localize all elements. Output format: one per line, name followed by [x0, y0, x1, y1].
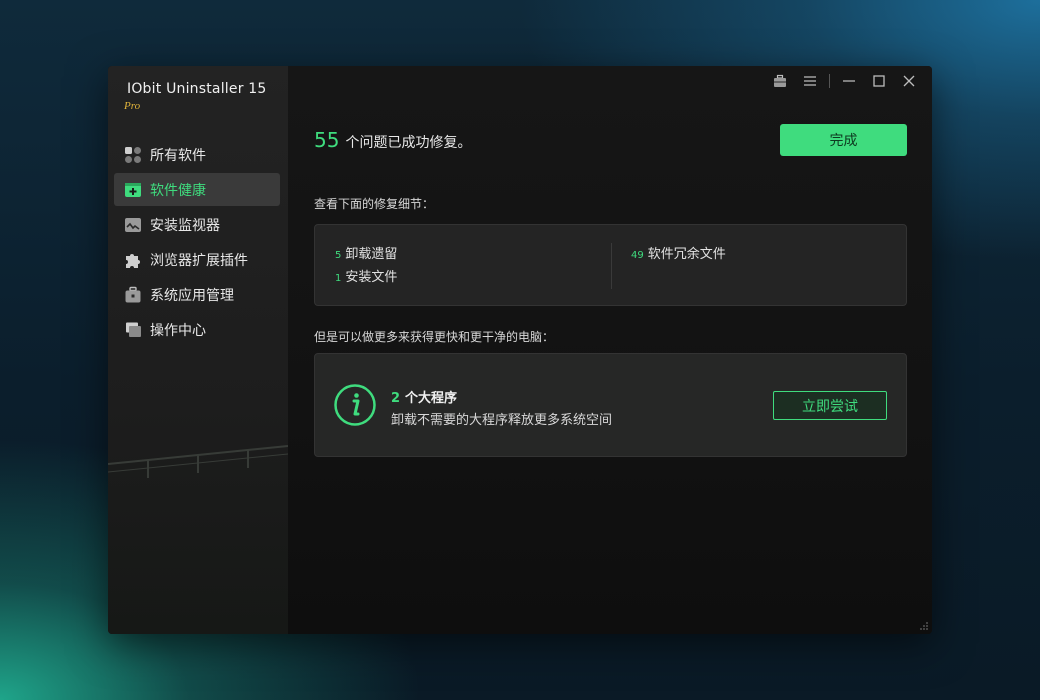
- sidebar-nav: 所有软件 软件健康 安装监视器 浏览器扩展插件 系统应用管理 操作中心: [114, 138, 280, 348]
- minimize-icon[interactable]: [834, 66, 864, 96]
- monitor-icon: [124, 216, 142, 234]
- sidebar-item-software-health[interactable]: 软件健康: [114, 173, 280, 206]
- detail-count: 5: [335, 250, 342, 261]
- close-icon[interactable]: [894, 66, 924, 96]
- detail-item-uninstall-leftovers: 5 卸载遗留: [335, 243, 397, 262]
- edition-badge: Pro: [124, 100, 141, 112]
- sidebar-item-all-software[interactable]: 所有软件: [114, 138, 280, 171]
- sidebar-item-label: 软件健康: [150, 182, 206, 199]
- detail-count: 1: [335, 273, 342, 284]
- health-plus-icon: [124, 181, 142, 199]
- promo-description: 卸载不需要的大程序释放更多系统空间: [391, 413, 613, 428]
- menu-icon[interactable]: [795, 66, 825, 96]
- fixed-text: 个问题已成功修复。: [345, 135, 472, 151]
- sidebar-item-label: 浏览器扩展插件: [150, 252, 248, 269]
- sidebar-item-action-center[interactable]: 操作中心: [114, 313, 280, 346]
- brand: IObit Uninstaller 15 Pro: [124, 81, 267, 112]
- maximize-icon[interactable]: [864, 66, 894, 96]
- sidebar-item-install-monitor[interactable]: 安装监视器: [114, 208, 280, 241]
- promo-heading: 但是可以做更多来获得更快和更干净的电脑：: [314, 330, 555, 344]
- sidebar-item-label: 安装监视器: [150, 217, 220, 234]
- details-card: 5 卸载遗留 1 安装文件 49 软件冗余文件: [314, 224, 907, 306]
- toolbox-icon[interactable]: [765, 66, 795, 96]
- sidebar-item-label: 所有软件: [150, 147, 206, 164]
- detail-count: 49: [631, 250, 644, 261]
- briefcase-icon: [124, 286, 142, 304]
- promo-title-text: 个大程序: [405, 391, 458, 406]
- fixed-count: 55: [314, 128, 340, 152]
- detail-item-redundant-files: 49 软件冗余文件: [631, 243, 726, 262]
- flag-icon: [124, 321, 142, 339]
- main-panel: 55 个问题已成功修复。 完成 查看下面的修复细节： 5 卸载遗留 1 安装文件…: [288, 66, 932, 634]
- promo-card: 2 个大程序 卸载不需要的大程序释放更多系统空间 立即尝试: [314, 353, 907, 457]
- done-button[interactable]: 完成: [780, 124, 907, 156]
- sidebar-item-browser-extensions[interactable]: 浏览器扩展插件: [114, 243, 280, 276]
- bridge-decoration: [108, 445, 288, 478]
- detail-item-install-files: 1 安装文件: [335, 266, 397, 285]
- grid-apps-icon: [124, 146, 142, 164]
- sidebar-item-label: 操作中心: [150, 322, 206, 339]
- puzzle-icon: [124, 251, 142, 269]
- fix-summary: 55 个问题已成功修复。: [314, 128, 471, 152]
- large-program-count: 2: [391, 391, 401, 406]
- info-circle-icon: [334, 384, 376, 426]
- sidebar-item-system-apps[interactable]: 系统应用管理: [114, 278, 280, 311]
- try-now-button[interactable]: 立即尝试: [773, 391, 887, 420]
- detail-label: 卸载遗留: [345, 247, 398, 262]
- details-divider: [611, 243, 612, 289]
- resize-grip-icon[interactable]: [919, 621, 929, 631]
- titlebar: [765, 66, 932, 96]
- app-window: IObit Uninstaller 15 Pro 所有软件 软件健康 安装监视器…: [108, 66, 932, 634]
- details-heading: 查看下面的修复细节：: [314, 197, 435, 211]
- sidebar: IObit Uninstaller 15 Pro 所有软件 软件健康 安装监视器…: [108, 66, 288, 634]
- titlebar-divider: [829, 74, 830, 88]
- app-title: IObit Uninstaller 15: [127, 81, 267, 97]
- detail-label: 安装文件: [345, 270, 398, 285]
- sidebar-item-label: 系统应用管理: [150, 287, 234, 304]
- detail-label: 软件冗余文件: [647, 247, 726, 262]
- promo-title: 2 个大程序: [391, 387, 457, 406]
